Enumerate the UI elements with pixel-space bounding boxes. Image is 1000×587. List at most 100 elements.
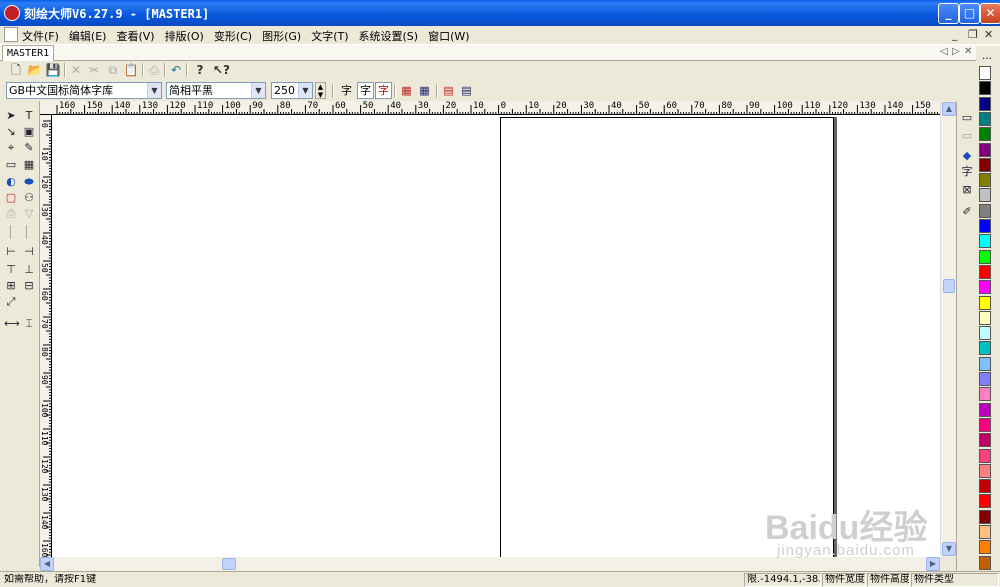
color-swatch[interactable] bbox=[979, 433, 991, 448]
grid-align-left-icon[interactable]: ▦ bbox=[398, 82, 415, 99]
save-disk-icon[interactable]: 💾 bbox=[45, 62, 61, 78]
ellipse-tool-icon[interactable]: ⬬ bbox=[22, 175, 36, 189]
font-size-spinner[interactable]: ▲ ▼ bbox=[315, 82, 326, 99]
color-swatch[interactable] bbox=[979, 188, 991, 203]
align-right-icon[interactable]: ⊣ bbox=[22, 245, 36, 259]
text-outline-icon[interactable]: 字 bbox=[375, 82, 392, 99]
color-fill-icon[interactable]: ◆ bbox=[960, 149, 974, 163]
menu-file[interactable]: 文件(F) bbox=[22, 28, 59, 44]
copy-icon[interactable]: ⧉ bbox=[105, 62, 121, 78]
grid-spacing-icon[interactable]: ▤ bbox=[440, 82, 457, 99]
cutter-tool-icon[interactable]: ▽ bbox=[22, 207, 36, 221]
color-swatch[interactable] bbox=[979, 142, 991, 157]
text-tool-icon[interactable]: T bbox=[22, 109, 36, 123]
help-question-icon[interactable]: ? bbox=[192, 62, 208, 78]
print-icon[interactable]: ⎙ bbox=[146, 62, 162, 78]
transform-tool-icon[interactable]: ⌖ bbox=[4, 141, 18, 155]
node-edit-icon[interactable]: ↘ bbox=[4, 125, 18, 139]
pen-tool-icon[interactable]: ✎ bbox=[22, 141, 36, 155]
document-icon[interactable] bbox=[4, 27, 18, 42]
mdi-minimize-button[interactable]: _ bbox=[952, 28, 958, 41]
font-library-select[interactable]: GB中文国标简体字库 ▼ bbox=[6, 82, 162, 99]
vertical-ruler[interactable]: 0 10 20 30 40 50 60 70 80 90 100 110 120 130 140 160 bbox=[40, 115, 52, 557]
color-swatch[interactable] bbox=[979, 417, 991, 432]
color-swatch[interactable] bbox=[979, 341, 991, 356]
color-swatch[interactable] bbox=[979, 280, 991, 295]
color-swatch[interactable] bbox=[979, 173, 991, 188]
map-tool-icon[interactable]: ▭ bbox=[4, 158, 18, 172]
color-swatch[interactable] bbox=[979, 203, 991, 218]
menu-system-settings[interactable]: 系统设置(S) bbox=[359, 28, 419, 44]
text-horizontal-icon[interactable]: 字 bbox=[338, 82, 355, 99]
color-swatch[interactable] bbox=[979, 372, 991, 386]
text-normal-icon[interactable]: 字 bbox=[357, 82, 374, 99]
color-swatch[interactable] bbox=[979, 219, 991, 233]
palette-more-button[interactable]: … bbox=[977, 51, 997, 65]
font-size-select[interactable]: 250 ▼ bbox=[271, 82, 313, 99]
frame-tool-icon[interactable]: ▢ bbox=[4, 191, 18, 205]
chevron-down-icon[interactable]: ▼ bbox=[298, 83, 312, 98]
scroll-up-button[interactable]: ▲ bbox=[942, 102, 956, 116]
mdi-restore-button[interactable]: ❐ bbox=[968, 28, 978, 41]
color-swatch[interactable] bbox=[979, 387, 991, 402]
color-swatch[interactable] bbox=[979, 356, 991, 371]
distribute-vertical-icon[interactable]: ⌶ bbox=[22, 317, 36, 331]
new-file-icon[interactable]: 🗋 bbox=[8, 62, 24, 78]
cut-scissors-icon[interactable]: ✂ bbox=[86, 62, 102, 78]
menu-view[interactable]: 查看(V) bbox=[116, 28, 154, 44]
horizontal-ruler[interactable]: 160 150 140 130 120 110 100 90 80 70 60 50 40 30 20 10 0… bbox=[40, 101, 940, 115]
color-swatch[interactable] bbox=[979, 249, 991, 264]
font-name-select[interactable]: 简相平黑 ▼ bbox=[166, 82, 266, 99]
menu-transform[interactable]: 变形(C) bbox=[214, 28, 252, 44]
globe-tool-icon[interactable]: ◐ bbox=[4, 175, 18, 189]
align-bottom-icon[interactable]: ⊥ bbox=[22, 263, 36, 277]
chevron-down-icon[interactable]: ▼ bbox=[251, 83, 265, 98]
select-arrow-icon[interactable]: ➤ bbox=[4, 109, 18, 123]
color-swatch[interactable] bbox=[979, 310, 991, 325]
color-swatch[interactable] bbox=[979, 264, 991, 279]
open-folder-icon[interactable]: 📂 bbox=[27, 62, 43, 78]
menu-edit[interactable]: 编辑(E) bbox=[69, 28, 107, 44]
center-horizontal-icon[interactable]: ⊞ bbox=[4, 279, 18, 293]
menu-text[interactable]: 文字(T) bbox=[311, 28, 348, 44]
paste-clipboard-icon[interactable]: 📋 bbox=[123, 62, 139, 78]
tab-prev-button[interactable]: ◁ bbox=[940, 46, 948, 57]
maximize-button[interactable]: □ bbox=[959, 3, 980, 24]
character-panel-icon[interactable]: 字 bbox=[960, 165, 974, 179]
delete-x-icon[interactable]: ✕ bbox=[68, 62, 84, 78]
menu-layout[interactable]: 排版(O) bbox=[165, 28, 204, 44]
color-swatch[interactable] bbox=[979, 96, 991, 111]
tab-close-button[interactable]: ✕ bbox=[964, 46, 972, 57]
mdi-close-button[interactable]: ✕ bbox=[984, 28, 993, 41]
color-swatch[interactable] bbox=[979, 295, 991, 310]
color-swatch[interactable] bbox=[979, 448, 991, 463]
image-tool-icon[interactable]: ▣ bbox=[22, 125, 36, 139]
color-swatch[interactable] bbox=[979, 127, 991, 142]
edit-panel-icon[interactable]: ✐ bbox=[960, 205, 974, 219]
person-tool-icon[interactable]: ⚇ bbox=[22, 191, 36, 205]
grid-align-right-icon[interactable]: ▦ bbox=[416, 82, 433, 99]
context-help-icon[interactable]: ↖? bbox=[213, 62, 230, 78]
chevron-down-icon[interactable]: ▼ bbox=[147, 83, 161, 98]
horizontal-scroll-thumb[interactable] bbox=[222, 558, 236, 570]
color-swatch[interactable] bbox=[979, 157, 991, 172]
scroll-left-button[interactable]: ◀ bbox=[40, 557, 54, 571]
tab-master1[interactable]: MASTER1 bbox=[2, 45, 55, 61]
align-top-icon[interactable]: ⊤ bbox=[4, 263, 18, 277]
color-swatch[interactable] bbox=[979, 234, 991, 249]
color-swatch[interactable] bbox=[979, 326, 991, 341]
vertical-scroll-thumb[interactable] bbox=[943, 279, 955, 293]
tab-next-button[interactable]: ▷ bbox=[952, 46, 960, 57]
property-panel-icon[interactable]: ▭ bbox=[960, 111, 974, 125]
grid-tool-icon[interactable]: ▦ bbox=[22, 158, 36, 172]
resize-diagonal-icon[interactable]: ⤢ bbox=[4, 295, 18, 309]
layer-panel-icon[interactable]: ▭ bbox=[960, 129, 974, 143]
align-left-icon[interactable]: ⊢ bbox=[4, 245, 18, 259]
color-swatch[interactable] bbox=[979, 402, 991, 417]
distribute-horizontal-icon[interactable]: ⟷ bbox=[4, 317, 20, 331]
menu-window[interactable]: 窗口(W) bbox=[428, 28, 469, 44]
printer-tool-icon[interactable]: ⎙ bbox=[4, 207, 18, 221]
minimize-button[interactable]: _ bbox=[938, 3, 959, 24]
color-swatch[interactable] bbox=[979, 66, 991, 80]
color-swatch[interactable] bbox=[979, 463, 991, 478]
